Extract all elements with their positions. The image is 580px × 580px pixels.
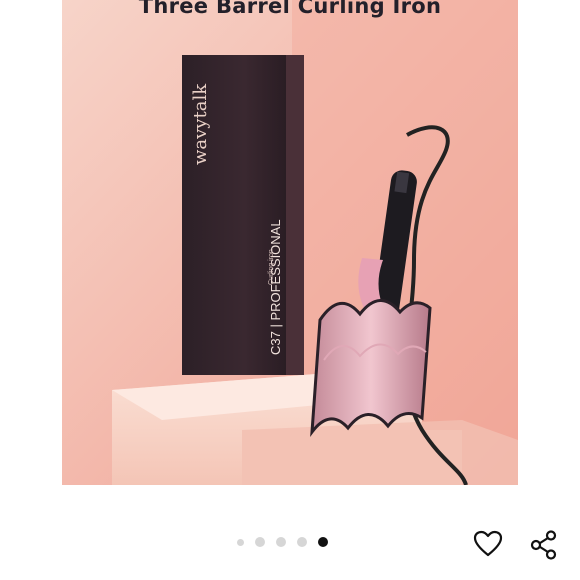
product-scene <box>62 0 518 485</box>
share-button[interactable] <box>527 528 561 562</box>
share-icon <box>530 530 557 560</box>
product-box: wavytalk C37 | PROFESSIONAL Curling iron <box>182 55 286 375</box>
box-model-text: C37 | PROFESSIONAL <box>268 219 283 355</box>
product-image[interactable]: wavytalk C37 | PROFESSIONAL Curling iron… <box>62 0 518 485</box>
carousel-indicator <box>237 537 328 547</box>
carousel-dot[interactable] <box>276 537 286 547</box>
box-brand-text: wavytalk <box>190 83 211 165</box>
heart-outline-icon <box>473 530 503 557</box>
box-subtitle-text: Curling iron <box>268 249 275 285</box>
product-title: Three Barrel Curling Iron <box>138 0 442 18</box>
carousel-dot-active[interactable] <box>318 537 328 547</box>
carousel-dot[interactable] <box>297 537 307 547</box>
favorite-button[interactable] <box>472 528 504 560</box>
carousel-dot[interactable] <box>255 537 265 547</box>
carousel-dot[interactable] <box>237 538 244 546</box>
